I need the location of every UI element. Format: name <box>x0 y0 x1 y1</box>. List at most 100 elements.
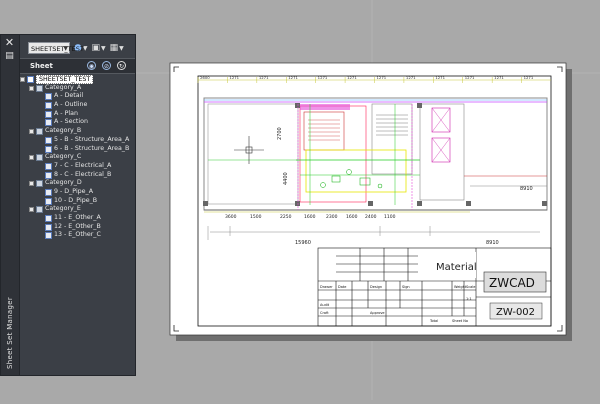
tb-label-design: Design <box>370 285 382 289</box>
mid-dimension-label: 2300 <box>326 214 338 220</box>
sheet-icon <box>45 215 52 222</box>
tb-scale-value: 1:1 <box>466 297 472 301</box>
tree-sheet-item[interactable]: 8 - C - Electrical_B <box>20 171 135 180</box>
dim-right-mid: 8910 <box>486 240 499 246</box>
sheetset-dropdown-label: SHEETSET_TEST <box>31 45 84 53</box>
properties-icon: ▦ <box>109 43 119 53</box>
mid-dimension-label: 1500 <box>250 214 262 220</box>
tree-item-label: A - Outline <box>54 101 88 109</box>
tree-category-item[interactable]: Category_D <box>20 179 135 188</box>
tree-sheet-item[interactable]: 6 - B - Structure_Area_B <box>20 145 135 154</box>
tree-category-item[interactable]: Category_A <box>20 84 135 93</box>
tree-item-label: Category_E <box>45 205 81 213</box>
tree-item-label: 8 - C - Electrical_B <box>54 170 112 178</box>
tree-category-item[interactable]: Category_C <box>20 153 135 162</box>
sheet-tree: SHEETSET_TEST Category_A A - Detail A - Out… <box>20 75 135 240</box>
tb-label-date: Date <box>338 285 346 289</box>
mid-dimension-label: 1600 <box>304 214 316 220</box>
sheet-icon <box>45 232 52 240</box>
view-icon[interactable]: ◉ <box>87 61 96 70</box>
mid-dimension-label: 1100 <box>384 214 396 220</box>
tree-sheet-item[interactable]: 11 - E_Other_A <box>20 214 135 223</box>
tree-sheet-item[interactable]: 5 - B - Structure_Area_A <box>20 136 135 145</box>
tb-label-sign: Sign <box>402 285 410 289</box>
hide-icon[interactable]: ⊘ <box>102 61 111 70</box>
collapse-toggle-icon[interactable] <box>29 155 34 161</box>
tree-item-label: Category_D <box>45 179 82 187</box>
tree-sheet-item[interactable]: 7 - C - Electrical_A <box>20 162 135 171</box>
sheet-action-button[interactable]: ▣ ▼ <box>91 42 105 54</box>
sheet-set-manager-panel: ✕ ▤ Sheet Set Manager SHEETSET_TEST ▼ ● ▼… <box>0 34 136 376</box>
folder-icon <box>36 84 43 92</box>
close-icon[interactable]: ✕ <box>4 37 15 48</box>
tb-label-weight: Weight <box>454 285 467 289</box>
sheet-icon <box>45 197 52 205</box>
tree-category-item[interactable]: Category_E <box>20 205 135 214</box>
top-dimension-label: 1271 <box>465 75 475 80</box>
collapse-toggle-icon[interactable] <box>29 207 34 213</box>
dim-vertical-2: 4400 <box>283 172 289 185</box>
tree-sheet-item[interactable]: 13 - E_Other_C <box>20 231 135 240</box>
top-dimension-label: 1271 <box>377 75 387 80</box>
mid-dimension-label: 2400 <box>365 214 377 220</box>
sheet-icon <box>45 145 52 153</box>
tree-root-item[interactable]: SHEETSET_TEST <box>20 75 135 84</box>
tree-sheet-item[interactable]: 9 - D_Pipe_A <box>20 188 135 197</box>
collapse-toggle-icon[interactable] <box>20 77 25 82</box>
tb-label-drawer: Drawer <box>320 285 333 289</box>
tb-label-craft: Craft <box>320 311 329 315</box>
panel-side-strip: ✕ ▤ Sheet Set Manager <box>1 35 20 375</box>
tb-label-scale: Scale <box>466 285 475 289</box>
company-name: ZWCAD <box>489 276 535 290</box>
tree-sheet-item[interactable]: A - Outline <box>20 101 135 110</box>
chevron-down-icon: ▼ <box>101 44 106 52</box>
tree-item-label: SHEETSET_TEST <box>36 75 94 84</box>
tree-sheet-item[interactable]: 10 - D_Pipe_B <box>20 197 135 206</box>
tree-sheet-item[interactable]: A - Section <box>20 118 135 127</box>
collapse-toggle-icon[interactable] <box>29 85 34 91</box>
sheetset-dropdown[interactable]: SHEETSET_TEST ▼ <box>28 42 84 54</box>
tree-item-label: 7 - C - Electrical_A <box>54 161 112 169</box>
material-label: Material <box>436 262 477 273</box>
tree-sheet-item[interactable]: 12 - E_Other_B <box>20 223 135 232</box>
top-dimension-label: 1271 <box>318 75 328 80</box>
sheet-icon <box>45 171 52 179</box>
collapse-toggle-icon[interactable] <box>29 129 34 135</box>
refresh-icon[interactable]: ↻ <box>117 61 126 70</box>
tree-category-item[interactable]: Category_B <box>20 127 135 136</box>
tree-sheet-item[interactable]: A - Plan <box>20 110 135 119</box>
tree-item-label: Category_A <box>45 83 82 91</box>
properties-button[interactable]: ▦ ▼ <box>110 42 124 54</box>
sheetset-icon <box>27 76 34 83</box>
folder-icon <box>36 154 43 162</box>
tree-item-label: 13 - E_Other_C <box>54 231 101 239</box>
sheet-icon <box>45 223 52 231</box>
settings-icon[interactable]: ▤ <box>4 51 15 62</box>
dim-bottom-main: 15960 <box>295 240 311 246</box>
sheet-icon <box>45 119 52 127</box>
folder-icon <box>36 180 43 188</box>
tree-item-label: 10 - D_Pipe_B <box>54 196 98 204</box>
sheet-icon <box>45 136 52 144</box>
tb-label-audit: Audit <box>320 303 330 307</box>
top-dimension-label: 1271 <box>259 75 269 80</box>
tree-item-label: 12 - E_Other_B <box>54 222 101 230</box>
sheet-icon <box>45 188 52 196</box>
top-dimension-label: 1271 <box>347 75 357 80</box>
top-dimension-label: 1271 <box>494 75 504 80</box>
folder-icon <box>36 128 43 136</box>
tree-item-label: 6 - B - Structure_Area_B <box>54 144 130 152</box>
tree-item-label: 11 - E_Other_A <box>54 214 101 221</box>
top-dimension-label: 1271 <box>406 75 416 80</box>
panel-toolbar: SHEETSET_TEST ▼ ● ▼ ▣ ▼ ▦ ▼ <box>28 41 124 55</box>
tb-label-total: Total <box>429 319 438 323</box>
tree-item-label: Category_C <box>45 153 82 161</box>
tree-item-label: 9 - D_Pipe_A <box>54 187 94 195</box>
dim-vertical-1: 2700 <box>277 127 283 140</box>
top-dimension-label: 1271 <box>229 75 239 80</box>
tree-item-label: A - Plan <box>54 109 78 117</box>
top-dimension-label: 2600 <box>200 75 210 80</box>
collapse-toggle-icon[interactable] <box>29 181 34 187</box>
sheet-header-label: Sheet <box>30 62 53 70</box>
tree-sheet-item[interactable]: A - Detail <box>20 92 135 101</box>
